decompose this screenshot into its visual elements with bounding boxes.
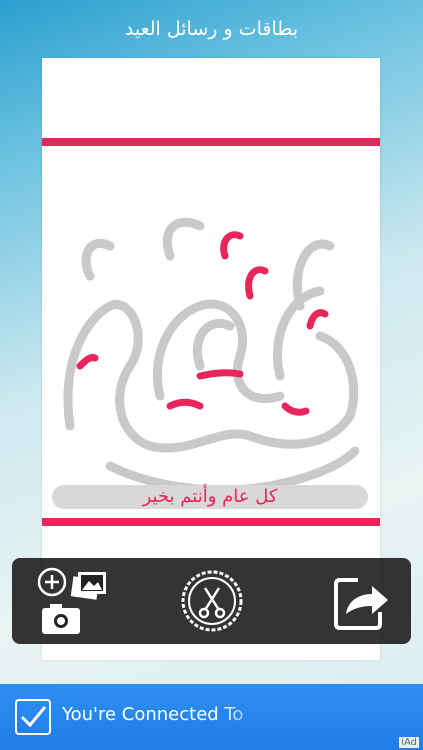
cut-edit-button[interactable]: [174, 566, 250, 636]
card-top-band: [42, 138, 380, 146]
share-arrow-icon: [334, 578, 388, 630]
checkmark-icon: [15, 699, 51, 735]
eid-mubarak-calligraphy: [63, 217, 360, 501]
iad-tag: iAd: [399, 737, 419, 748]
app-title: بطاقات و رسائل العيد: [124, 18, 299, 40]
action-toolbar: [12, 558, 411, 644]
card-bottom-band: [42, 518, 380, 526]
ad-message: You're Connected To: [62, 704, 244, 725]
scissors-badge-icon: [181, 570, 243, 632]
add-photo-camera-icon: [37, 567, 106, 634]
ad-banner[interactable]: You're Connected To iAd: [0, 684, 423, 750]
add-photo-button[interactable]: [36, 566, 112, 636]
greeting-text: كل عام وأنتم بخير: [52, 485, 368, 509]
share-button[interactable]: [322, 566, 398, 636]
